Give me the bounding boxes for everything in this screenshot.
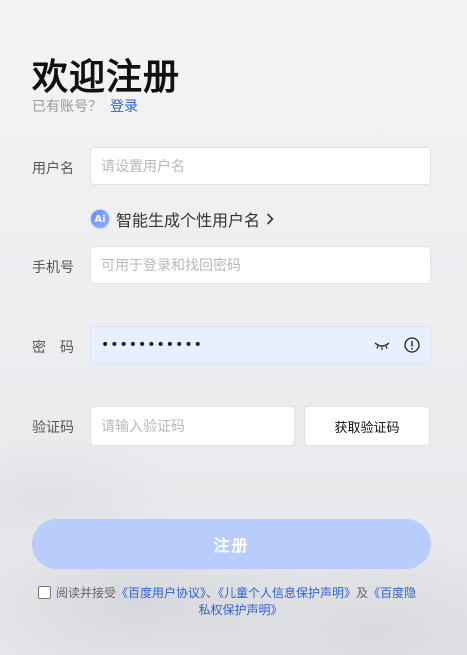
agreement-text: 阅读并接受《百度用户协议》、《儿童个人信息保护声明》及《百度隐 私权保护声明》 — [38, 585, 433, 619]
code-placeholder: 请输入验证码 — [101, 419, 185, 435]
info-icon[interactable] — [404, 337, 420, 353]
ai-icon: Ai — [90, 209, 110, 229]
password-label: 密 码 — [32, 340, 74, 356]
login-prompt-line: 已有账号？ 登录 — [32, 96, 138, 116]
ai-suggest-text: 智能生成个性用户名 — [116, 211, 261, 230]
agreement-prefix: 阅读并接受 — [56, 586, 117, 600]
password-value: ••••••••••• — [101, 337, 203, 353]
login-prompt: 已有账号？ — [32, 99, 102, 115]
agreement-checkbox[interactable] — [38, 586, 51, 599]
login-link[interactable]: 登录 — [110, 99, 138, 115]
username-placeholder: 请设置用户名 — [101, 159, 185, 175]
username-label: 用户名 — [32, 161, 74, 177]
agreement-sep2: 及 — [356, 586, 369, 600]
ai-suggest-username[interactable]: Ai 智能生成个性用户名 — [90, 207, 274, 231]
agreement-sep1: 、 — [206, 586, 219, 600]
page-title: 欢迎注册 — [32, 57, 181, 98]
user-agreement-link[interactable]: 《百度用户协议》 — [116, 586, 206, 600]
username-input[interactable]: 请设置用户名 — [90, 147, 431, 185]
chevron-right-icon — [266, 213, 274, 225]
privacy-link-part1[interactable]: 《百度隐 — [368, 586, 416, 600]
phone-input[interactable]: 可用于登录和找回密码 — [90, 246, 431, 284]
eye-closed-icon[interactable] — [374, 340, 390, 350]
get-code-button[interactable]: 获取验证码 — [304, 406, 430, 446]
password-input[interactable]: ••••••••••• — [90, 326, 431, 364]
phone-placeholder: 可用于登录和找回密码 — [101, 258, 241, 274]
code-input[interactable]: 请输入验证码 — [90, 406, 295, 446]
privacy-link-part2[interactable]: 私权保护声明》 — [198, 603, 282, 617]
code-label: 验证码 — [32, 420, 74, 436]
phone-label: 手机号 — [32, 260, 74, 276]
register-button[interactable]: 注册 — [32, 519, 431, 569]
child-privacy-link[interactable]: 《儿童个人信息保护声明》 — [218, 586, 356, 600]
